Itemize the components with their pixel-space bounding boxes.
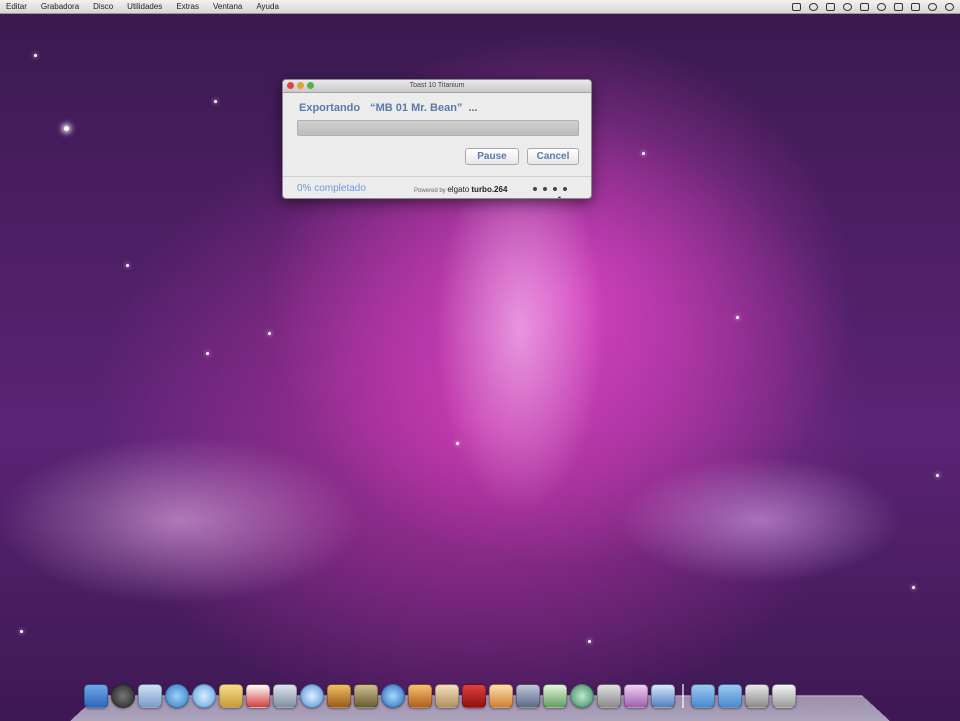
brand-name: turbo.264 xyxy=(471,185,508,194)
star xyxy=(912,586,915,589)
downloads-stack-icon[interactable] xyxy=(745,684,769,708)
dot xyxy=(543,187,547,191)
menu-utilidades[interactable]: Utilidades xyxy=(120,0,169,13)
garageband-icon[interactable] xyxy=(408,684,432,708)
ichat-icon[interactable] xyxy=(192,684,216,708)
dock-divider xyxy=(682,684,684,708)
export-dialog: Toast 10 Titanium Exportando “MB 01 Mr. B… xyxy=(282,79,592,199)
star xyxy=(268,332,271,335)
photo-booth-icon[interactable] xyxy=(489,684,513,708)
safari-icon[interactable] xyxy=(165,684,189,708)
star xyxy=(588,640,591,643)
sync-icon[interactable] xyxy=(843,2,852,11)
app-icon[interactable] xyxy=(651,684,675,708)
brand-prefix: elgato xyxy=(447,185,470,194)
powered-by: Powered by elgato turbo.264 xyxy=(414,185,507,194)
star xyxy=(936,474,939,477)
star xyxy=(34,54,37,57)
dialog-title: Toast 10 Titanium xyxy=(409,82,465,89)
spotlight-icon[interactable] xyxy=(945,2,954,11)
system-preferences-icon[interactable] xyxy=(597,684,621,708)
divider xyxy=(283,176,591,177)
battery-icon[interactable] xyxy=(911,2,920,11)
toast-icon[interactable] xyxy=(462,684,486,708)
ical-icon[interactable] xyxy=(246,684,270,708)
activity-monitor-icon[interactable] xyxy=(543,684,567,708)
iphoto-icon[interactable] xyxy=(327,684,351,708)
applications-folder-icon[interactable] xyxy=(691,684,715,708)
star xyxy=(214,100,217,103)
export-status: Exportando “MB 01 Mr. Bean”... xyxy=(299,102,478,114)
activity-dots xyxy=(533,187,567,191)
star xyxy=(642,152,645,155)
xcode-icon[interactable] xyxy=(516,684,540,708)
star xyxy=(736,316,739,319)
finder-icon[interactable] xyxy=(84,684,108,708)
display-icon[interactable] xyxy=(826,2,835,11)
iweb-icon[interactable] xyxy=(381,684,405,708)
status-menus xyxy=(792,2,960,11)
star xyxy=(206,352,209,355)
menu-disco[interactable]: Disco xyxy=(86,0,120,13)
app-icon[interactable] xyxy=(624,684,648,708)
menu-editar[interactable]: Editar xyxy=(0,0,34,13)
star xyxy=(126,264,129,267)
dot xyxy=(533,187,537,191)
progress-bar xyxy=(297,120,579,136)
itunes-icon[interactable] xyxy=(300,684,324,708)
minimize-button[interactable] xyxy=(297,82,304,89)
star xyxy=(64,126,69,131)
mouse-cursor-icon: ↖ xyxy=(557,194,565,199)
exporting-label: Exportando xyxy=(299,102,361,114)
export-ellipsis: ... xyxy=(468,102,478,114)
close-button[interactable] xyxy=(287,82,294,89)
user-icon[interactable] xyxy=(928,2,937,11)
dot xyxy=(553,187,557,191)
brand-logo: elgato turbo.264 xyxy=(447,185,507,194)
dashboard-icon[interactable] xyxy=(111,684,135,708)
cancel-button[interactable]: Cancel xyxy=(527,148,579,165)
imovie-icon[interactable] xyxy=(354,684,378,708)
menu-bar: Editar Grabadora Disco Utilidades Extras… xyxy=(0,0,960,14)
address-book-icon[interactable] xyxy=(219,684,243,708)
window-controls xyxy=(287,82,314,89)
star xyxy=(20,630,23,633)
dialog-titlebar[interactable]: Toast 10 Titanium xyxy=(283,80,591,93)
menu-grabadora[interactable]: Grabadora xyxy=(34,0,86,13)
menu-ventana[interactable]: Ventana xyxy=(206,0,249,13)
menu-ayuda[interactable]: Ayuda xyxy=(249,0,286,13)
documents-folder-icon[interactable] xyxy=(718,684,742,708)
screen-icon[interactable] xyxy=(792,2,801,11)
pause-button[interactable]: Pause xyxy=(465,148,519,165)
trash-icon[interactable] xyxy=(772,684,796,708)
completion-text: 0% completado xyxy=(297,183,366,194)
time-machine-icon[interactable] xyxy=(570,684,594,708)
dock xyxy=(84,684,884,714)
app-icon[interactable] xyxy=(435,684,459,708)
zoom-button[interactable] xyxy=(307,82,314,89)
volume-icon[interactable] xyxy=(894,2,903,11)
mail-icon[interactable] xyxy=(138,684,162,708)
clock-icon[interactable] xyxy=(809,2,818,11)
star xyxy=(456,442,459,445)
powered-by-label: Powered by xyxy=(414,188,446,194)
menu-extras[interactable]: Extras xyxy=(169,0,206,13)
export-filename: “MB 01 Mr. Bean” xyxy=(370,102,463,114)
dot xyxy=(563,187,567,191)
preview-icon[interactable] xyxy=(273,684,297,708)
bluetooth-icon[interactable] xyxy=(860,2,869,11)
wifi-icon[interactable] xyxy=(877,2,886,11)
